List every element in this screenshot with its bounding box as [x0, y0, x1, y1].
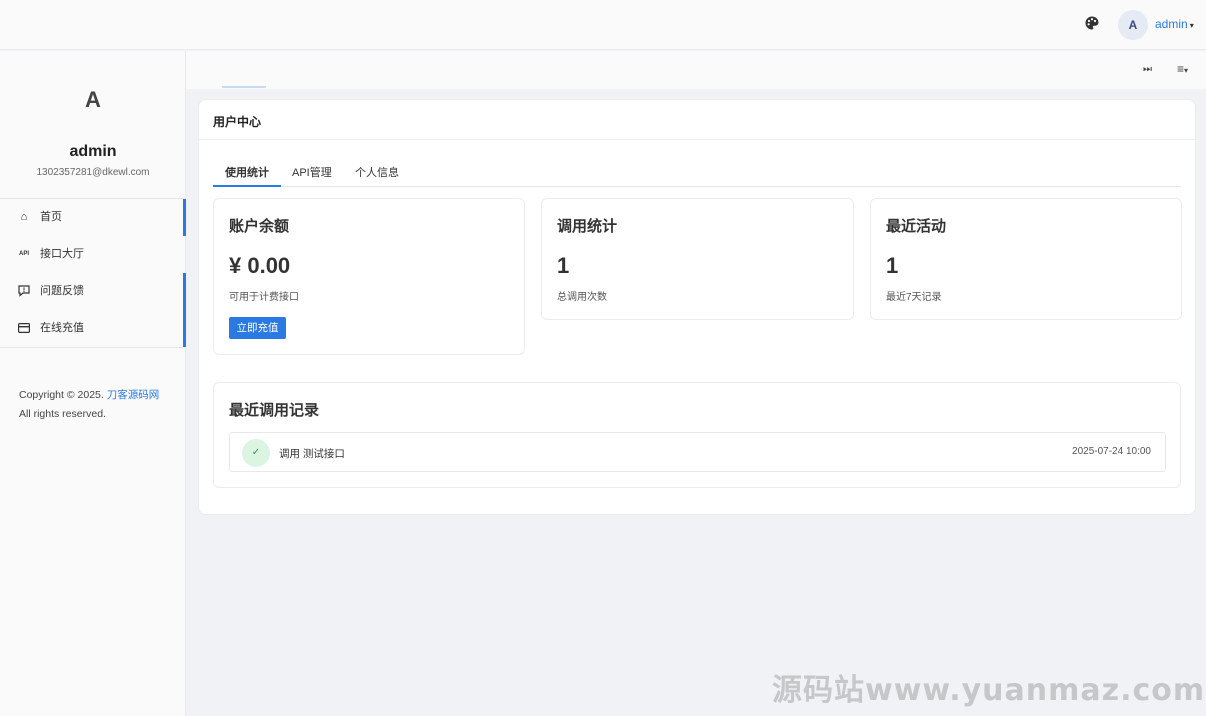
watermark: 源码站www.yuanmaz.com — [772, 673, 1206, 708]
sidebar-username: admin — [69, 143, 117, 160]
active-tab-indicator — [222, 86, 266, 88]
palette-icon[interactable] — [1084, 15, 1100, 31]
tab-usage-stats[interactable]: 使用统计 — [213, 164, 281, 187]
tab-api-management[interactable]: API管理 — [292, 164, 332, 187]
record-time: 2025-07-24 10:00 — [1072, 446, 1151, 457]
page-title: 用户中心 — [213, 115, 262, 129]
api-icon: API — [18, 251, 29, 257]
user-center-panel: 用户中心 使用统计 API管理 个人信息 账户余额 ¥ 0.00 可用于计费接口… — [198, 99, 1196, 515]
copyright-link[interactable]: 刀客源码网 — [107, 389, 160, 401]
sidebar-item-label: 首页 — [40, 211, 62, 223]
balance-title: 账户余额 — [229, 218, 290, 235]
sidebar-email: 1302357281@dkewl.com — [36, 167, 150, 178]
chevron-down-icon: ▾ — [1189, 21, 1194, 30]
sidebar-item-api-hall[interactable]: API 接口大厅 — [0, 236, 186, 273]
sidebar-item-label: 在线充值 — [40, 322, 84, 334]
home-icon: ⌂ — [20, 211, 28, 223]
balance-card: 账户余额 ¥ 0.00 可用于计费接口 立即充值 — [213, 198, 525, 355]
balance-desc: 可用于计费接口 — [229, 292, 299, 303]
user-avatar[interactable]: A — [1118, 10, 1148, 40]
sidebar-item-label: 接口大厅 — [40, 248, 84, 260]
recharge-button[interactable]: 立即充值 — [229, 317, 286, 339]
recent-activity-value: 1 — [886, 253, 899, 278]
recent-calls-card: 最近调用记录 ✓ 调用 测试接口 2025-07-24 10:00 — [213, 382, 1181, 488]
sidebar-item-feedback[interactable]: 问题反馈 — [0, 273, 186, 310]
top-navbar: A admin ▾ — [0, 0, 1206, 50]
rights-text: All rights reserved. — [19, 408, 106, 420]
recent-calls-title: 最近调用记录 — [229, 402, 320, 419]
check-icon: ✓ — [242, 439, 270, 467]
copyright: Copyright © 2025. 刀客源码网 All rights reser… — [19, 386, 159, 424]
tab-profile[interactable]: 个人信息 — [355, 164, 399, 187]
sidebar-avatar: A — [85, 87, 101, 112]
sidebar: A admin 1302357281@dkewl.com ⌂ 首页 API 接口… — [0, 51, 186, 716]
recent-activity-card: 最近活动 1 最近7天记录 — [870, 198, 1182, 320]
call-stats-title: 调用统计 — [557, 218, 618, 235]
card-icon — [16, 310, 32, 347]
hamburger-icon: ≡ — [1177, 62, 1185, 76]
sidebar-item-recharge[interactable]: 在线充值 — [0, 310, 186, 347]
user-menu-dropdown[interactable]: admin ▾ — [1155, 17, 1194, 31]
record-label: 调用 测试接口 — [279, 448, 345, 460]
call-stats-card: 调用统计 1 总调用次数 — [541, 198, 854, 320]
sidebar-item-home[interactable]: ⌂ 首页 — [0, 199, 186, 236]
tab-bar: 使用统计 API管理 个人信息 — [213, 162, 1181, 187]
username-label[interactable]: admin — [1155, 17, 1188, 31]
sidebar-item-label: 问题反馈 — [40, 285, 84, 297]
skip-forward-icon[interactable]: ⏭ — [1143, 64, 1152, 75]
feedback-icon — [16, 273, 32, 310]
balance-value: ¥ 0.00 — [229, 253, 291, 278]
recent-activity-desc: 最近7天记录 — [886, 292, 942, 303]
divider — [199, 139, 1195, 140]
list-item[interactable]: ✓ 调用 测试接口 2025-07-24 10:00 — [229, 432, 1166, 472]
call-stats-value: 1 — [557, 253, 570, 278]
sidebar-nav: ⌂ 首页 API 接口大厅 问题反馈 在线充值 — [0, 198, 186, 348]
more-menu-button[interactable]: ≡▾ — [1177, 62, 1188, 76]
recent-activity-title: 最近活动 — [886, 218, 947, 235]
call-stats-desc: 总调用次数 — [557, 292, 607, 303]
chevron-down-icon: ▾ — [1184, 66, 1189, 75]
copyright-text: Copyright © 2025. — [19, 389, 104, 401]
